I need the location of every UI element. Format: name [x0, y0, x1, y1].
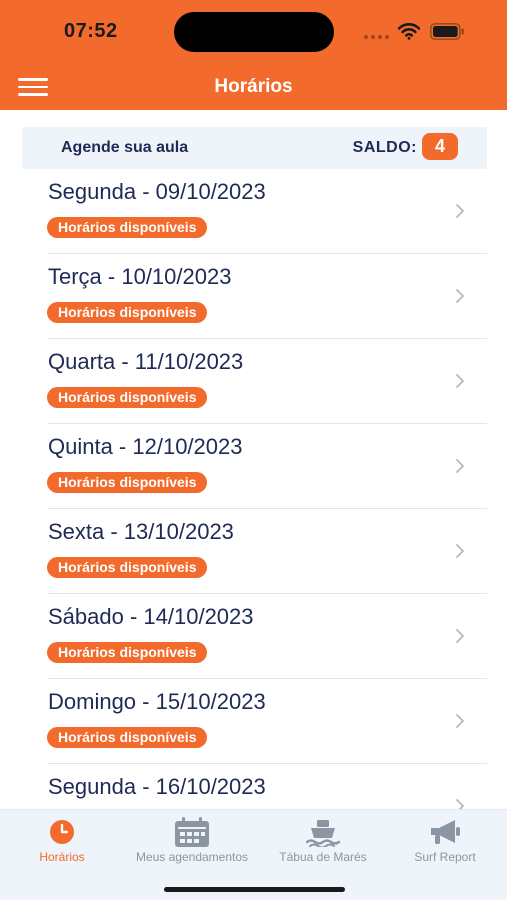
day-row[interactable]: Quarta - 11/10/2023 Horários disponíveis — [0, 339, 507, 424]
day-row[interactable]: Sexta - 13/10/2023 Horários disponíveis — [0, 509, 507, 594]
day-title: Domingo - 15/10/2023 — [48, 689, 266, 714]
availability-badge: Horários disponíveis — [47, 217, 208, 238]
chevron-right-icon — [456, 714, 464, 728]
chevron-right-icon — [456, 544, 464, 558]
app-header: 07:52 Horários — [0, 0, 507, 110]
chevron-right-icon — [456, 799, 464, 809]
calendar-icon — [175, 817, 209, 847]
cellular-signal-icon — [364, 35, 390, 39]
dynamic-island — [174, 12, 334, 52]
availability-badge: Horários disponíveis — [47, 727, 208, 748]
day-title: Terça - 10/10/2023 — [48, 264, 232, 289]
tab-tabua-de-mares[interactable]: Tábua de Marés — [258, 810, 388, 872]
day-title: Sábado - 14/10/2023 — [48, 604, 254, 629]
availability-badge: Horários disponíveis — [47, 302, 208, 323]
availability-badge: Horários disponíveis — [47, 387, 208, 408]
tab-label: Meus agendamentos — [135, 850, 249, 864]
day-title: Segunda - 16/10/2023 — [48, 774, 266, 799]
chevron-right-icon — [456, 289, 464, 303]
tab-bar: Horários Meus agendamentos Tábua de Maré… — [0, 809, 507, 900]
day-row[interactable]: Domingo - 15/10/2023 Horários disponívei… — [0, 679, 507, 764]
saldo-label: SALDO: — [352, 139, 417, 156]
chevron-right-icon — [456, 459, 464, 473]
wifi-icon — [398, 23, 420, 40]
balance-bar: Agende sua aula SALDO: 4 — [22, 127, 487, 169]
page-title: Horários — [214, 76, 293, 97]
tab-surf-report[interactable]: Surf Report — [380, 810, 507, 872]
availability-badge: Horários disponíveis — [47, 472, 208, 493]
availability-badge: Horários disponíveis — [47, 642, 208, 663]
megaphone-icon — [431, 820, 460, 844]
day-title: Quinta - 12/10/2023 — [48, 434, 243, 459]
day-row[interactable]: Quinta - 12/10/2023 Horários disponíveis — [0, 424, 507, 509]
day-title: Segunda - 09/10/2023 — [48, 179, 266, 204]
clock-icon — [50, 820, 74, 844]
boat-icon — [306, 820, 340, 847]
day-row[interactable]: Terça - 10/10/2023 Horários disponíveis — [0, 254, 507, 339]
status-time: 07:52 — [64, 20, 118, 42]
home-indicator — [164, 887, 345, 892]
chevron-right-icon — [456, 629, 464, 643]
day-row[interactable]: Sábado - 14/10/2023 Horários disponíveis — [0, 594, 507, 679]
status-bar: 07:52 — [0, 0, 507, 62]
chevron-right-icon — [456, 204, 464, 218]
tab-meus-agendamentos[interactable]: Meus agendamentos — [127, 810, 257, 872]
chevron-right-icon — [456, 374, 464, 388]
battery-icon — [430, 23, 464, 40]
tab-label: Surf Report — [414, 850, 476, 864]
availability-badge: Horários disponíveis — [47, 557, 208, 578]
saldo-badge: 4 — [422, 133, 458, 160]
tab-label: Tábua de Marés — [279, 850, 367, 864]
day-row[interactable]: Segunda - 09/10/2023 Horários disponívei… — [0, 169, 507, 254]
tab-horarios[interactable]: Horários — [0, 810, 127, 872]
day-list: Segunda - 09/10/2023 Horários disponívei… — [0, 169, 507, 809]
day-title: Sexta - 13/10/2023 — [48, 519, 234, 544]
day-row[interactable]: Segunda - 16/10/2023 — [0, 764, 507, 809]
schedule-prompt-label: Agende sua aula — [61, 139, 189, 156]
tab-label: Horários — [39, 850, 85, 864]
day-title: Quarta - 11/10/2023 — [48, 349, 244, 374]
